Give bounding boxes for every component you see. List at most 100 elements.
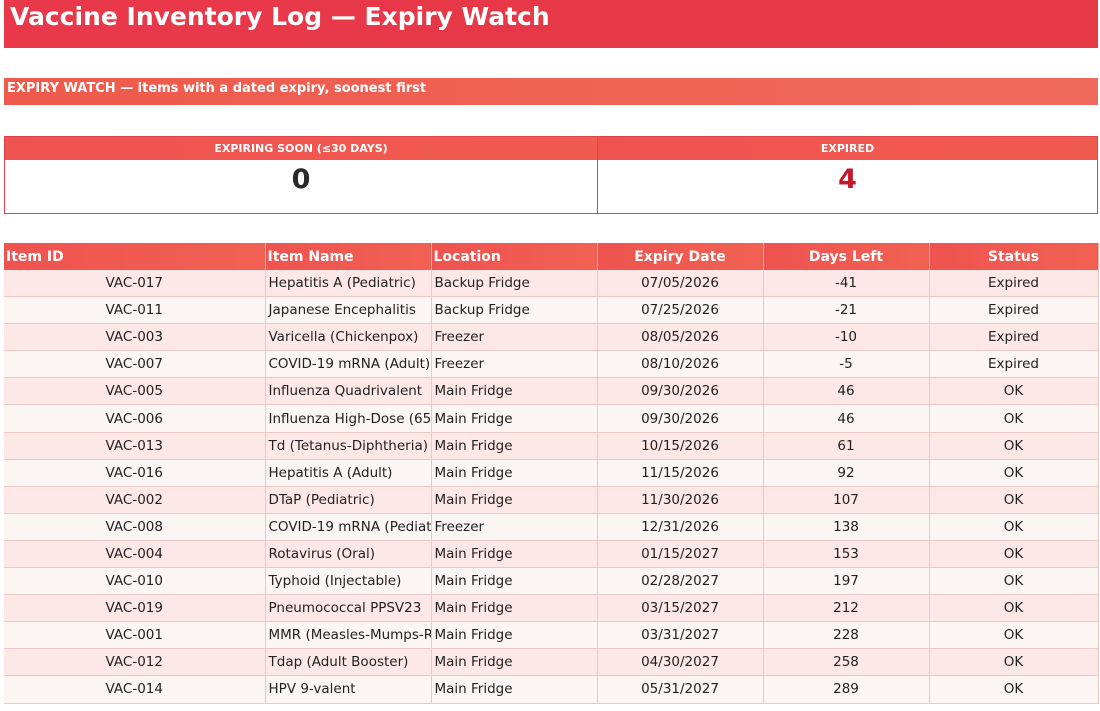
cell-days-left[interactable]: 212 <box>763 594 930 623</box>
cell-item-id[interactable]: VAC-010 <box>4 567 266 596</box>
cell-location[interactable]: Main Fridge <box>431 594 598 623</box>
cell-location[interactable]: Main Fridge <box>431 432 598 460</box>
cell-location[interactable]: Backup Fridge <box>431 296 598 325</box>
cell-item-id[interactable]: VAC-002 <box>4 486 266 514</box>
cell-expiry-date[interactable]: 03/15/2027 <box>597 594 764 623</box>
cell-location[interactable]: Main Fridge <box>431 675 598 704</box>
cell-expiry-date[interactable]: 08/05/2026 <box>597 323 764 352</box>
cell-status[interactable]: OK <box>929 486 1099 514</box>
cell-item-name[interactable]: COVID-19 mRNA (Adult) <box>265 350 432 379</box>
cell-item-id[interactable]: VAC-019 <box>4 594 266 623</box>
cell-item-id[interactable]: VAC-006 <box>4 404 266 433</box>
cell-location[interactable]: Freezer <box>431 350 598 379</box>
cell-days-left[interactable]: 197 <box>763 567 930 596</box>
cell-expiry-date[interactable]: 09/30/2026 <box>597 404 764 433</box>
cell-location[interactable]: Main Fridge <box>431 648 598 677</box>
cell-item-name[interactable]: Hepatitis A (Adult) <box>265 459 432 487</box>
cell-expiry-date[interactable]: 01/15/2027 <box>597 540 764 569</box>
cell-days-left[interactable]: 92 <box>763 459 930 487</box>
cell-status[interactable]: Expired <box>929 323 1099 352</box>
cell-location[interactable]: Main Fridge <box>431 459 598 487</box>
cell-status[interactable]: Expired <box>929 270 1099 298</box>
cell-status[interactable]: OK <box>929 377 1099 406</box>
cell-item-name[interactable]: Influenza Quadrivalent <box>265 377 432 406</box>
cell-days-left[interactable]: 46 <box>763 404 930 433</box>
cell-expiry-date[interactable]: 05/31/2027 <box>597 675 764 704</box>
cell-item-name[interactable]: Influenza High-Dose (65+ <box>265 404 432 433</box>
table-row[interactable]: VAC-012 Tdap (Adult Booster) Main Fridge 04… <box>4 648 1099 677</box>
cell-item-id[interactable]: VAC-003 <box>4 323 266 352</box>
cell-expiry-date[interactable]: 12/31/2026 <box>597 513 764 541</box>
table-row[interactable]: VAC-004 Rotavirus (Oral) Main Fridge 01/15/… <box>4 540 1099 569</box>
cell-status[interactable]: OK <box>929 594 1099 623</box>
cell-expiry-date[interactable]: 11/15/2026 <box>597 459 764 487</box>
cell-days-left[interactable]: 46 <box>763 377 930 406</box>
cell-item-id[interactable]: VAC-013 <box>4 432 266 460</box>
cell-days-left[interactable]: 138 <box>763 513 930 541</box>
col-header-days-left[interactable]: Days Left <box>763 243 930 270</box>
table-row[interactable]: VAC-008 COVID-19 mRNA (Pediatric Freezer 12… <box>4 513 1099 541</box>
col-header-location[interactable]: Location <box>431 243 598 270</box>
cell-item-id[interactable]: VAC-001 <box>4 621 266 650</box>
cell-item-id[interactable]: VAC-004 <box>4 540 266 569</box>
cell-status[interactable]: OK <box>929 432 1099 460</box>
table-row[interactable]: VAC-010 Typhoid (Injectable) Main Fridge 02… <box>4 567 1099 596</box>
table-row[interactable]: VAC-014 HPV 9-valent Main Fridge 05/31/2027… <box>4 675 1099 704</box>
cell-expiry-date[interactable]: 02/28/2027 <box>597 567 764 596</box>
cell-item-id[interactable]: VAC-014 <box>4 675 266 704</box>
cell-item-name[interactable]: COVID-19 mRNA (Pediatric <box>265 513 432 541</box>
cell-status[interactable]: OK <box>929 621 1099 650</box>
cell-days-left[interactable]: 258 <box>763 648 930 677</box>
cell-item-name[interactable]: HPV 9-valent <box>265 675 432 704</box>
cell-status[interactable]: OK <box>929 648 1099 677</box>
cell-days-left[interactable]: -10 <box>763 323 930 352</box>
table-row[interactable]: VAC-001 MMR (Measles-Mumps-Ru Main Fridge 0… <box>4 621 1099 650</box>
cell-expiry-date[interactable]: 08/10/2026 <box>597 350 764 379</box>
cell-item-name[interactable]: Rotavirus (Oral) <box>265 540 432 569</box>
cell-status[interactable]: OK <box>929 459 1099 487</box>
cell-days-left[interactable]: -41 <box>763 270 930 298</box>
table-row[interactable]: VAC-005 Influenza Quadrivalent Main Fridge… <box>4 377 1099 406</box>
table-row[interactable]: VAC-007 COVID-19 mRNA (Adult) Freezer 08/10… <box>4 350 1099 379</box>
cell-days-left[interactable]: 228 <box>763 621 930 650</box>
cell-expiry-date[interactable]: 11/30/2026 <box>597 486 764 514</box>
cell-status[interactable]: OK <box>929 513 1099 541</box>
table-row[interactable]: VAC-011 Japanese Encephalitis Backup Fridg… <box>4 296 1099 325</box>
table-row[interactable]: VAC-003 Varicella (Chickenpox) Freezer 08/0… <box>4 323 1099 352</box>
cell-item-id[interactable]: VAC-005 <box>4 377 266 406</box>
cell-item-id[interactable]: VAC-011 <box>4 296 266 325</box>
cell-item-id[interactable]: VAC-008 <box>4 513 266 541</box>
cell-item-name[interactable]: MMR (Measles-Mumps-Ru <box>265 621 432 650</box>
cell-location[interactable]: Main Fridge <box>431 621 598 650</box>
table-row[interactable]: VAC-017 Hepatitis A (Pediatric) Backup Fri… <box>4 270 1099 298</box>
cell-location[interactable]: Main Fridge <box>431 540 598 569</box>
cell-status[interactable]: OK <box>929 540 1099 569</box>
cell-item-name[interactable]: Hepatitis A (Pediatric) <box>265 270 432 298</box>
table-row[interactable]: VAC-006 Influenza High-Dose (65+ Main Frid… <box>4 404 1099 433</box>
cell-item-name[interactable]: Pneumococcal PPSV23 <box>265 594 432 623</box>
cell-expiry-date[interactable]: 09/30/2026 <box>597 377 764 406</box>
cell-expiry-date[interactable]: 03/31/2027 <box>597 621 764 650</box>
cell-status[interactable]: OK <box>929 404 1099 433</box>
cell-expiry-date[interactable]: 04/30/2027 <box>597 648 764 677</box>
cell-item-name[interactable]: Varicella (Chickenpox) <box>265 323 432 352</box>
table-row[interactable]: VAC-016 Hepatitis A (Adult) Main Fridge 11/… <box>4 459 1099 487</box>
cell-days-left[interactable]: -21 <box>763 296 930 325</box>
col-header-item-name[interactable]: Item Name <box>265 243 432 270</box>
cell-days-left[interactable]: 289 <box>763 675 930 704</box>
cell-status[interactable]: OK <box>929 675 1099 704</box>
cell-item-name[interactable]: Japanese Encephalitis <box>265 296 432 325</box>
cell-item-name[interactable]: DTaP (Pediatric) <box>265 486 432 514</box>
cell-item-id[interactable]: VAC-017 <box>4 270 266 298</box>
col-header-status[interactable]: Status <box>929 243 1099 270</box>
cell-status[interactable]: OK <box>929 567 1099 596</box>
col-header-expiry-date[interactable]: Expiry Date <box>597 243 764 270</box>
cell-expiry-date[interactable]: 07/05/2026 <box>597 270 764 298</box>
cell-location[interactable]: Main Fridge <box>431 567 598 596</box>
cell-item-name[interactable]: Tdap (Adult Booster) <box>265 648 432 677</box>
cell-location[interactable]: Backup Fridge <box>431 270 598 298</box>
cell-days-left[interactable]: 61 <box>763 432 930 460</box>
cell-days-left[interactable]: 107 <box>763 486 930 514</box>
table-row[interactable]: VAC-019 Pneumococcal PPSV23 Main Fridge 03/… <box>4 594 1099 623</box>
cell-location[interactable]: Freezer <box>431 323 598 352</box>
